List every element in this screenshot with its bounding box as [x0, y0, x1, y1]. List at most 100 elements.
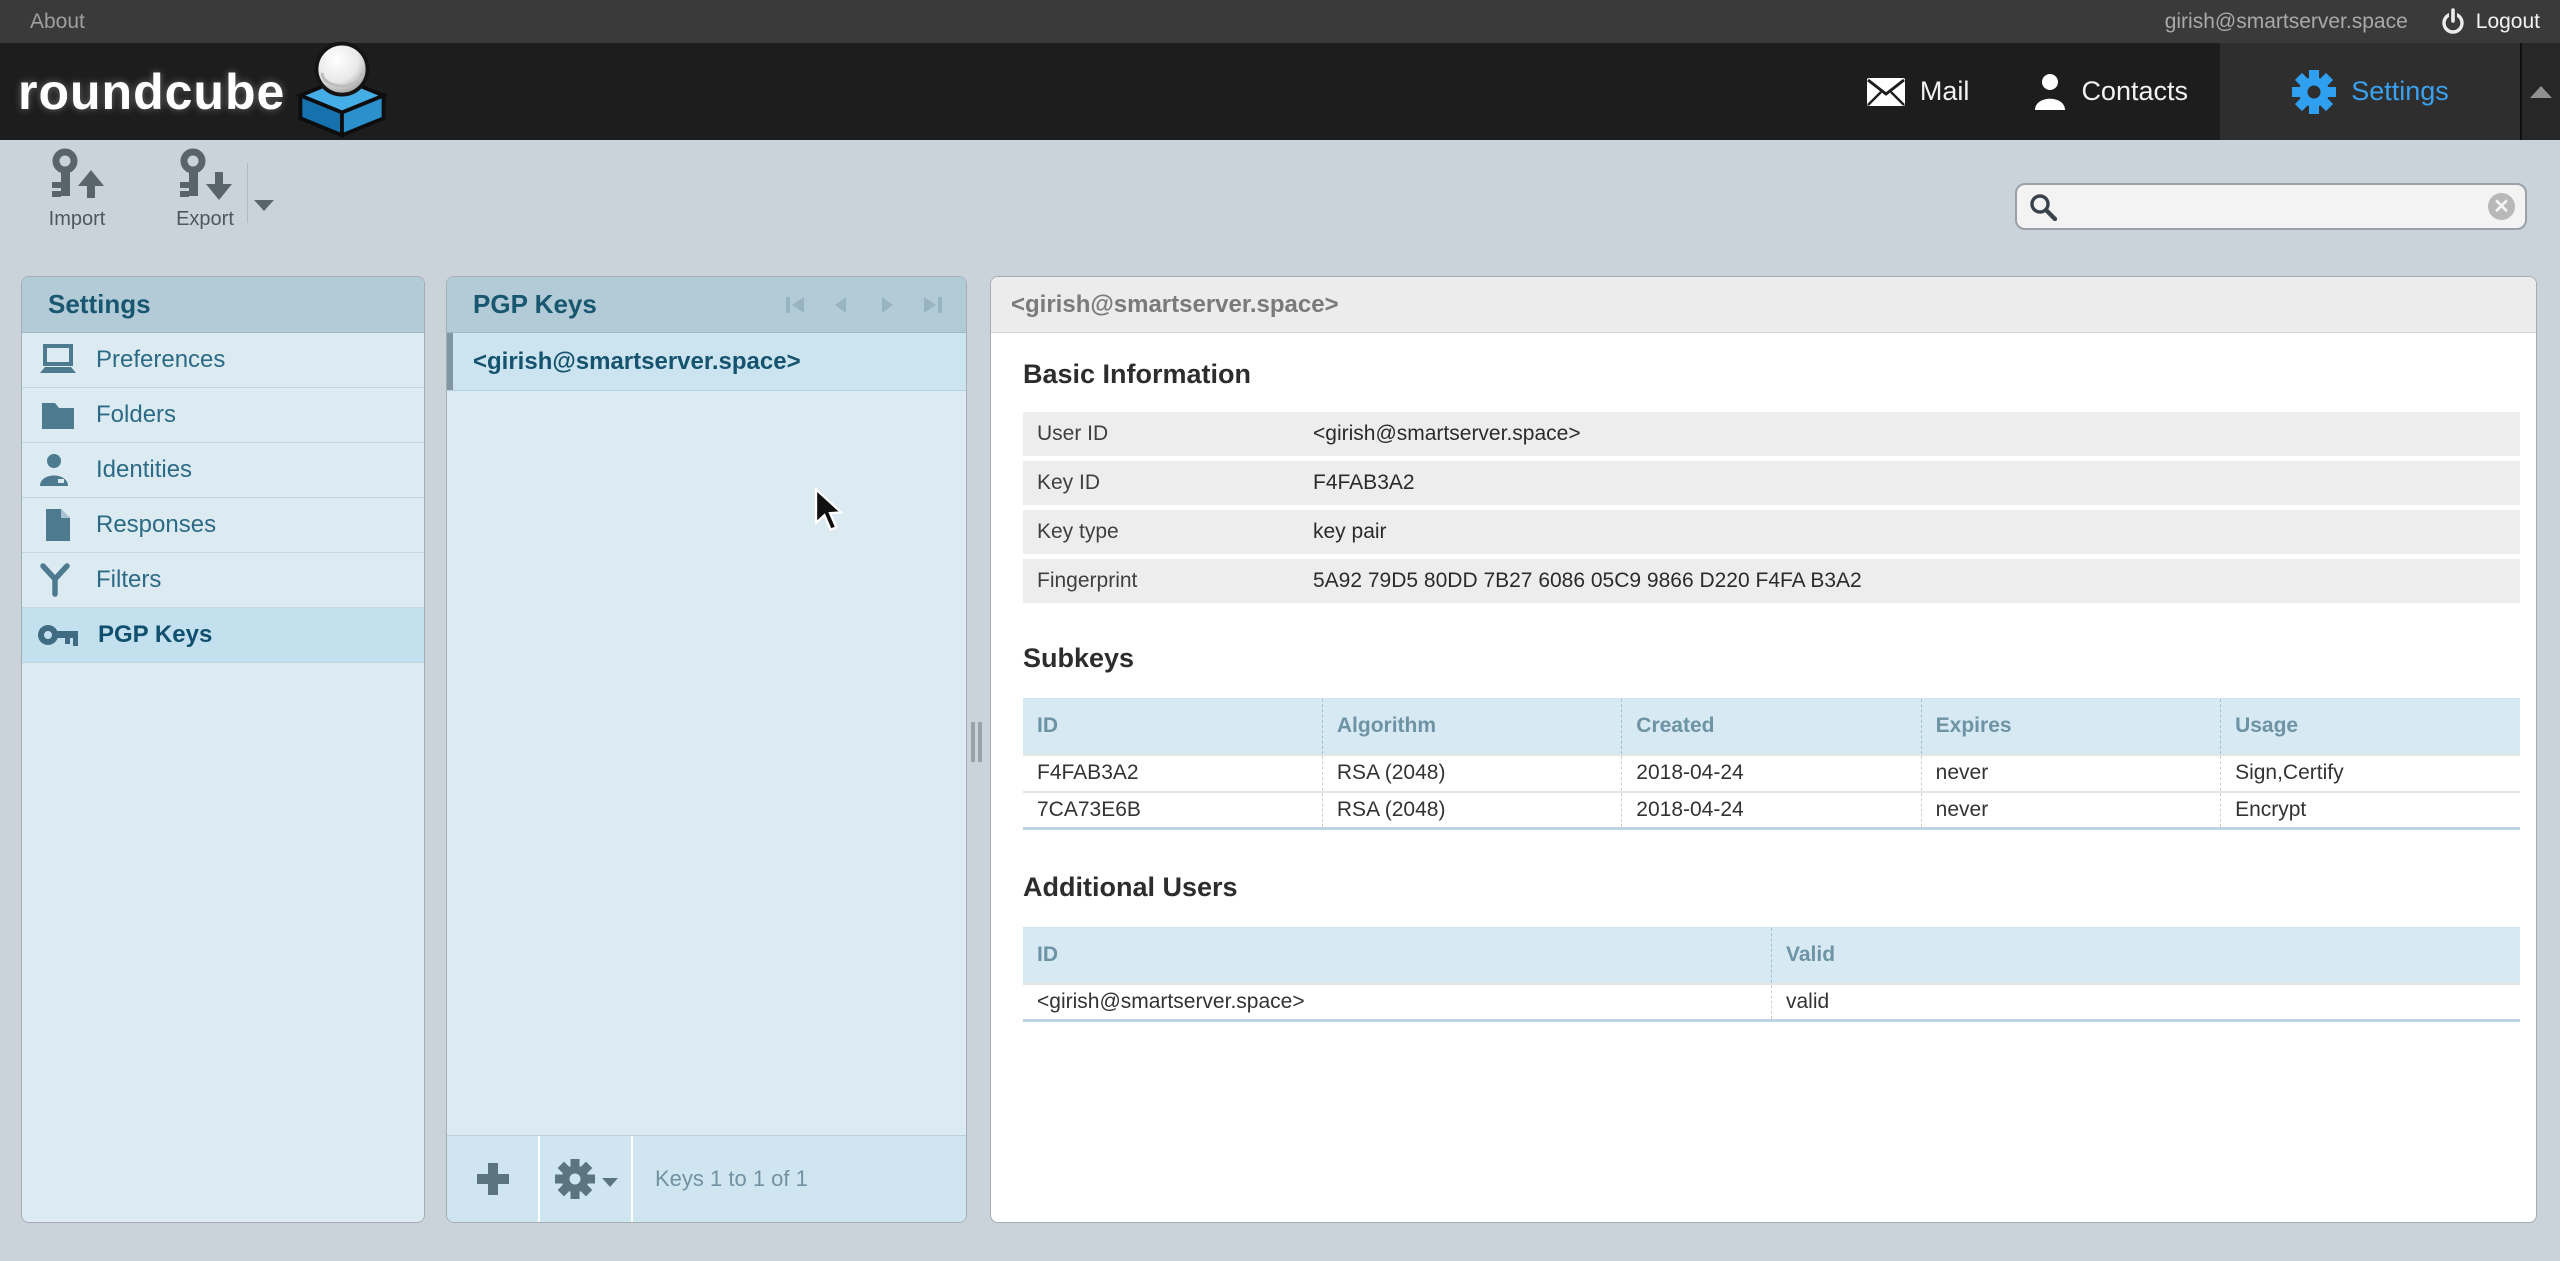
- cell: valid: [1772, 984, 2521, 1021]
- tab-mail[interactable]: Mail: [1834, 43, 2002, 140]
- keys-panel-footer: Keys 1 to 1 of 1: [447, 1135, 966, 1222]
- import-key-icon: [45, 148, 109, 204]
- export-dropdown-caret[interactable]: [254, 200, 274, 211]
- cell: <girish@smartserver.space>: [1023, 984, 1772, 1021]
- key-details-title: <girish@smartserver.space>: [1011, 291, 1339, 319]
- cell: RSA (2048): [1322, 792, 1621, 829]
- tab-settings-label: Settings: [2351, 76, 2449, 107]
- info-value: 5A92 79D5 80DD 7B27 6086 05C9 9866 D220 …: [1313, 569, 1862, 593]
- info-label: Key type: [1023, 520, 1313, 544]
- column-header: Valid: [1772, 928, 2521, 984]
- subkeys-table: ID Algorithm Created Expires Usage F4FAB…: [1023, 698, 2520, 830]
- info-value: F4FAB3A2: [1313, 471, 1415, 495]
- funnel-icon: [38, 562, 78, 598]
- plus-icon: [474, 1160, 512, 1198]
- sidebar-item-label: Folders: [96, 401, 176, 429]
- document-icon: [38, 507, 78, 543]
- keys-panel-header: PGP Keys: [447, 277, 966, 333]
- sidebar-item-label: Identities: [96, 456, 192, 484]
- additional-users-heading: Additional Users: [1023, 872, 2520, 903]
- logo-cube-icon: [291, 38, 393, 138]
- logo-text: roundcube: [18, 63, 285, 121]
- gear-icon: [554, 1158, 596, 1200]
- add-key-button[interactable]: [447, 1136, 540, 1222]
- info-row-key-type: Key type key pair: [1023, 510, 2520, 554]
- additional-users-table: ID Valid <girish@smartserver.space> vali…: [1023, 927, 2520, 1022]
- sidebar-item-responses[interactable]: Responses: [22, 498, 424, 553]
- table-row: F4FAB3A2 RSA (2048) 2018-04-24 never Sig…: [1023, 755, 2520, 792]
- about-link[interactable]: About: [30, 10, 85, 34]
- users-header-row: ID Valid: [1023, 928, 2520, 984]
- contacts-icon: [2033, 73, 2067, 111]
- info-label: Key ID: [1023, 471, 1313, 495]
- column-header: ID: [1023, 699, 1322, 755]
- info-label: Fingerprint: [1023, 569, 1313, 593]
- key-options-button[interactable]: [540, 1136, 633, 1222]
- pgp-keys-list-panel: PGP Keys <girish@smartserver.space>: [446, 276, 967, 1223]
- tab-contacts[interactable]: Contacts: [2001, 43, 2220, 140]
- logout-label: Logout: [2476, 10, 2540, 34]
- last-page-icon[interactable]: [922, 294, 944, 316]
- table-row: 7CA73E6B RSA (2048) 2018-04-24 never Enc…: [1023, 792, 2520, 829]
- sidebar-item-pgp-keys[interactable]: PGP Keys: [22, 608, 424, 663]
- keys-count-status: Keys 1 to 1 of 1: [633, 1136, 808, 1222]
- export-key-icon: [173, 148, 237, 204]
- settings-sidebar-panel: Settings Preferences Folders Identities …: [21, 276, 425, 1223]
- cell: F4FAB3A2: [1023, 755, 1322, 792]
- column-header: ID: [1023, 928, 1772, 984]
- column-header: Created: [1622, 699, 1921, 755]
- collapse-arrow-icon: [2530, 86, 2552, 98]
- toolbar-divider: [247, 163, 248, 223]
- cell: 7CA73E6B: [1023, 792, 1322, 829]
- taskbar-collapse-button[interactable]: [2522, 43, 2560, 140]
- search-input[interactable]: [2067, 195, 2488, 219]
- cell: never: [1921, 755, 2220, 792]
- subkeys-heading: Subkeys: [1023, 643, 2520, 674]
- info-row-user-id: User ID <girish@smartserver.space>: [1023, 412, 2520, 456]
- table-row: <girish@smartserver.space> valid: [1023, 984, 2520, 1021]
- import-button[interactable]: Import: [37, 148, 117, 246]
- previous-page-icon[interactable]: [830, 294, 852, 316]
- settings-panel-title: Settings: [48, 289, 151, 320]
- cell: Sign,Certify: [2221, 755, 2520, 792]
- pgp-key-list-item-label: <girish@smartserver.space>: [473, 348, 801, 376]
- import-label: Import: [49, 208, 106, 231]
- clear-search-icon[interactable]: ✕: [2488, 193, 2515, 220]
- sidebar-item-folders[interactable]: Folders: [22, 388, 424, 443]
- mail-icon: [1866, 77, 1906, 107]
- info-row-fingerprint: Fingerprint 5A92 79D5 80DD 7B27 6086 05C…: [1023, 559, 2520, 603]
- folder-icon: [38, 399, 78, 431]
- info-value: <girish@smartserver.space>: [1313, 422, 1581, 446]
- pgp-key-list-item[interactable]: <girish@smartserver.space>: [447, 333, 966, 391]
- first-page-icon[interactable]: [784, 294, 806, 316]
- export-label: Export: [176, 208, 234, 231]
- pgp-key-icon: [38, 620, 80, 650]
- sidebar-item-identities[interactable]: Identities: [22, 443, 424, 498]
- sidebar-item-label: Filters: [96, 566, 161, 594]
- sidebar-item-preferences[interactable]: Preferences: [22, 333, 424, 388]
- logout-button[interactable]: Logout: [2440, 8, 2540, 36]
- search-icon[interactable]: [2029, 193, 2057, 221]
- main-tabs: Mail Contacts Settings: [1834, 43, 2560, 140]
- roundcube-logo: roundcube: [18, 43, 393, 140]
- info-row-key-id: Key ID F4FAB3A2: [1023, 461, 2520, 505]
- tab-settings[interactable]: Settings: [2220, 43, 2522, 140]
- app-banner: roundcube Mail: [0, 43, 2560, 140]
- panel-splitter-handle[interactable]: [971, 722, 982, 762]
- next-page-icon[interactable]: [876, 294, 898, 316]
- sidebar-item-label: PGP Keys: [98, 621, 212, 649]
- options-caret-icon: [602, 1178, 618, 1187]
- cell: RSA (2048): [1322, 755, 1621, 792]
- cell: never: [1921, 792, 2220, 829]
- export-button[interactable]: Export: [165, 148, 245, 246]
- sidebar-item-filters[interactable]: Filters: [22, 553, 424, 608]
- power-icon: [2440, 8, 2466, 36]
- column-header: Algorithm: [1322, 699, 1621, 755]
- sidebar-item-label: Responses: [96, 511, 216, 539]
- cell: 2018-04-24: [1622, 755, 1921, 792]
- laptop-icon: [38, 344, 78, 376]
- cell: Encrypt: [2221, 792, 2520, 829]
- settings-gear-icon: [2291, 69, 2337, 115]
- logged-in-user: girish@smartserver.space: [2165, 10, 2408, 34]
- column-header: Expires: [1921, 699, 2220, 755]
